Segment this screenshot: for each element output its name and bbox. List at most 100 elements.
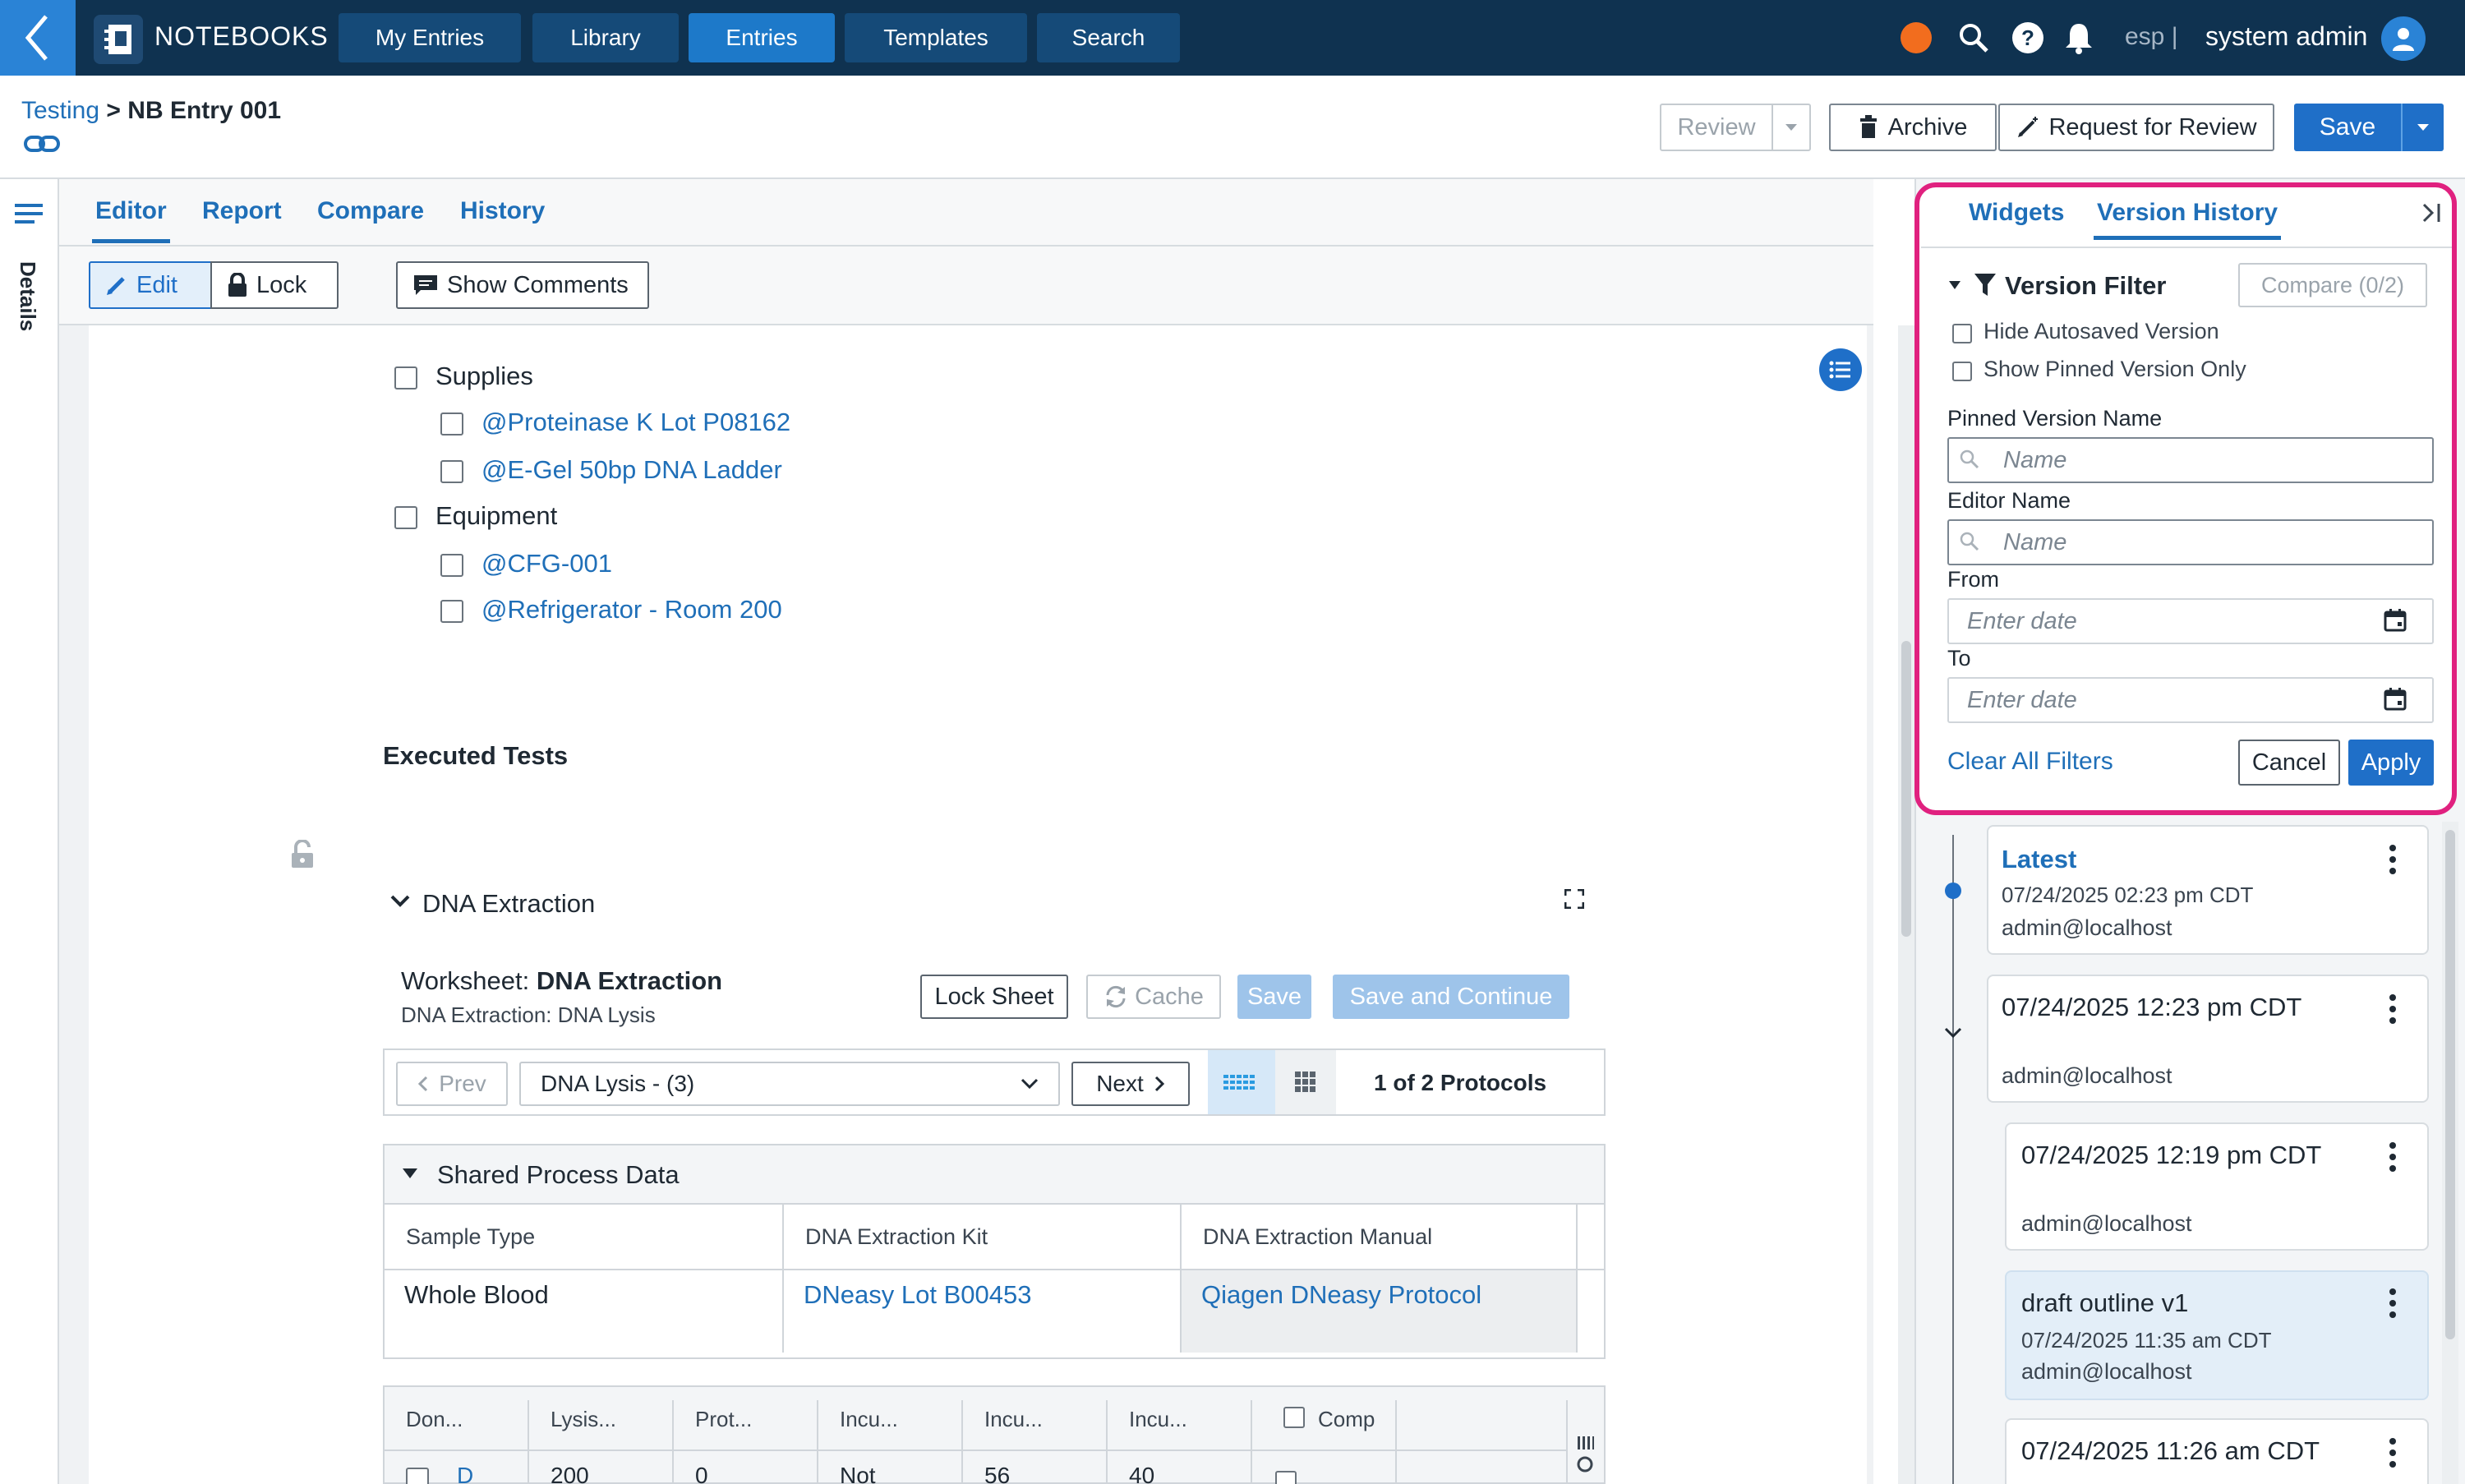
checkbox-supplies[interactable] xyxy=(394,366,417,389)
menu-list-icon[interactable] xyxy=(15,202,43,225)
hide-autosaved-checkbox[interactable] xyxy=(1952,324,1972,343)
tab-widgets[interactable]: Widgets xyxy=(1969,199,2064,227)
tab-version-history[interactable]: Version History xyxy=(2093,199,2282,240)
checkbox-proteinase[interactable] xyxy=(440,412,463,436)
collapse-panel-icon[interactable] xyxy=(2419,200,2444,225)
cache-button[interactable]: Cache xyxy=(1086,975,1221,1019)
grid-header-incubation-3[interactable]: Incu... xyxy=(1129,1407,1187,1432)
nav-entries[interactable]: Entries xyxy=(689,13,835,62)
grid-row-checkbox[interactable] xyxy=(406,1468,429,1484)
worksheet-save-button[interactable]: Save xyxy=(1237,975,1311,1019)
checkbox-equipment[interactable] xyxy=(394,506,417,529)
status-dot-icon[interactable] xyxy=(1898,20,1934,56)
back-button[interactable] xyxy=(0,0,76,76)
grid-cell-incubation-3[interactable]: 40 xyxy=(1129,1463,1154,1484)
to-date-input[interactable]: Enter date xyxy=(1947,677,2434,723)
show-pinned-checkbox[interactable] xyxy=(1952,362,1972,381)
language-selector[interactable]: esp | xyxy=(2125,23,2178,51)
grid-cell-incubation-2[interactable]: 56 xyxy=(984,1463,1010,1484)
avatar[interactable] xyxy=(2381,16,2426,61)
nav-templates[interactable]: Templates xyxy=(845,13,1027,62)
compare-versions-button[interactable]: Compare (0/2) xyxy=(2238,263,2427,307)
dna-extraction-section-title[interactable]: DNA Extraction xyxy=(422,889,595,919)
prev-protocol-button[interactable]: Prev xyxy=(396,1062,508,1106)
apply-filter-button[interactable]: Apply xyxy=(2348,740,2434,786)
checklist-item-supplies: Supplies xyxy=(435,362,533,390)
link-egel[interactable]: @E-Gel 50bp DNA Ladder xyxy=(481,455,782,485)
save-button[interactable]: Save xyxy=(2294,104,2444,151)
details-tab[interactable]: Details xyxy=(15,261,40,331)
kebab-menu-icon[interactable] xyxy=(2388,993,2398,1025)
save-dropdown-button[interactable] xyxy=(2403,122,2444,132)
kebab-menu-icon[interactable] xyxy=(2388,843,2398,876)
grid-cell-incubation-1[interactable]: Not xyxy=(840,1463,876,1484)
checkbox-cfg[interactable] xyxy=(440,554,463,577)
row-view-button[interactable] xyxy=(1208,1050,1275,1114)
checkbox-egel[interactable] xyxy=(440,460,463,483)
outline-button[interactable] xyxy=(1819,348,1862,391)
extraction-kit-link[interactable]: DNeasy Lot B00453 xyxy=(804,1280,1031,1310)
request-review-button[interactable]: Request for Review xyxy=(1998,104,2274,151)
nav-library[interactable]: Library xyxy=(532,13,679,62)
kebab-menu-icon[interactable] xyxy=(2388,1436,2398,1469)
grid-header-complete[interactable]: Comp xyxy=(1318,1407,1375,1432)
from-date-input[interactable]: Enter date xyxy=(1947,598,2434,644)
help-icon[interactable]: ? xyxy=(2010,20,2046,56)
grid-header-protease[interactable]: Prot... xyxy=(695,1407,752,1432)
review-button[interactable]: Review xyxy=(1660,104,1773,151)
tab-report[interactable]: Report xyxy=(202,197,282,225)
tab-editor[interactable]: Editor xyxy=(92,197,170,243)
user-name[interactable]: system admin xyxy=(2205,21,2367,52)
grid-header-donor[interactable]: Don... xyxy=(406,1407,463,1432)
next-protocol-button[interactable]: Next xyxy=(1071,1062,1190,1106)
pinned-version-name-input[interactable]: Name xyxy=(1947,437,2434,483)
column-view-button[interactable] xyxy=(1275,1050,1336,1114)
save-and-continue-button[interactable]: Save and Continue xyxy=(1333,975,1569,1019)
grid-cell-protease[interactable]: 0 xyxy=(695,1463,708,1484)
lock-button[interactable]: Lock xyxy=(210,261,339,309)
grid-cell-lysis[interactable]: 200 xyxy=(551,1463,589,1484)
grid-header-incubation-2[interactable]: Incu... xyxy=(984,1407,1043,1432)
grid-header-incubation-1[interactable]: Incu... xyxy=(840,1407,898,1432)
sample-type-value[interactable]: Whole Blood xyxy=(404,1280,549,1310)
tab-history[interactable]: History xyxy=(460,197,545,225)
extraction-manual-link[interactable]: Qiagen DNeasy Protocol xyxy=(1201,1280,1481,1310)
link-refrigerator[interactable]: @Refrigerator - Room 200 xyxy=(481,595,782,624)
lock-sheet-button[interactable]: Lock Sheet xyxy=(920,975,1068,1019)
search-icon[interactable] xyxy=(1956,20,1992,56)
kebab-menu-icon[interactable] xyxy=(2388,1287,2398,1320)
grid-header-lysis[interactable]: Lysis... xyxy=(551,1407,616,1432)
edit-button[interactable]: Edit xyxy=(89,261,212,309)
caret-down-icon[interactable] xyxy=(1947,279,1962,291)
review-dropdown-button[interactable] xyxy=(1772,104,1811,151)
calendar-icon[interactable] xyxy=(2383,608,2407,633)
nav-my-entries[interactable]: My Entries xyxy=(339,13,521,62)
kebab-menu-icon[interactable] xyxy=(2388,1141,2398,1173)
grid-cell-complete-checkbox[interactable] xyxy=(1275,1471,1297,1484)
archive-button[interactable]: Archive xyxy=(1829,104,1997,151)
link-icon[interactable] xyxy=(23,133,61,154)
editor-scrollbar-thumb[interactable] xyxy=(1901,641,1911,937)
link-cfg[interactable]: @CFG-001 xyxy=(481,549,612,578)
show-comments-button[interactable]: Show Comments xyxy=(396,261,649,309)
fullscreen-icon[interactable] xyxy=(1564,889,1584,909)
protocol-select[interactable]: DNA Lysis - (3) xyxy=(519,1062,1060,1106)
caret-down-icon[interactable] xyxy=(401,1167,419,1180)
chevron-down-icon[interactable] xyxy=(389,894,411,909)
grid-column-menu-icon[interactable] xyxy=(1574,1431,1596,1484)
calendar-icon[interactable] xyxy=(2383,687,2407,712)
link-proteinase[interactable]: @Proteinase K Lot P08162 xyxy=(481,408,790,437)
grid-cell-donor[interactable]: D xyxy=(457,1463,473,1484)
clear-all-filters-link[interactable]: Clear All Filters xyxy=(1947,748,2113,776)
tab-compare[interactable]: Compare xyxy=(317,197,424,225)
version-list-scrollbar-thumb[interactable] xyxy=(2445,830,2455,1339)
breadcrumb-parent-link[interactable]: Testing xyxy=(21,97,99,124)
unlocked-icon[interactable] xyxy=(289,840,316,869)
grid-header-complete-checkbox[interactable] xyxy=(1283,1407,1305,1428)
cancel-filter-button[interactable]: Cancel xyxy=(2238,740,2340,786)
notifications-bell-icon[interactable] xyxy=(2061,20,2097,56)
checkbox-refrigerator[interactable] xyxy=(440,600,463,623)
chevron-down-icon[interactable] xyxy=(1942,1022,1964,1044)
nav-search[interactable]: Search xyxy=(1037,13,1180,62)
editor-name-input[interactable]: Name xyxy=(1947,519,2434,565)
